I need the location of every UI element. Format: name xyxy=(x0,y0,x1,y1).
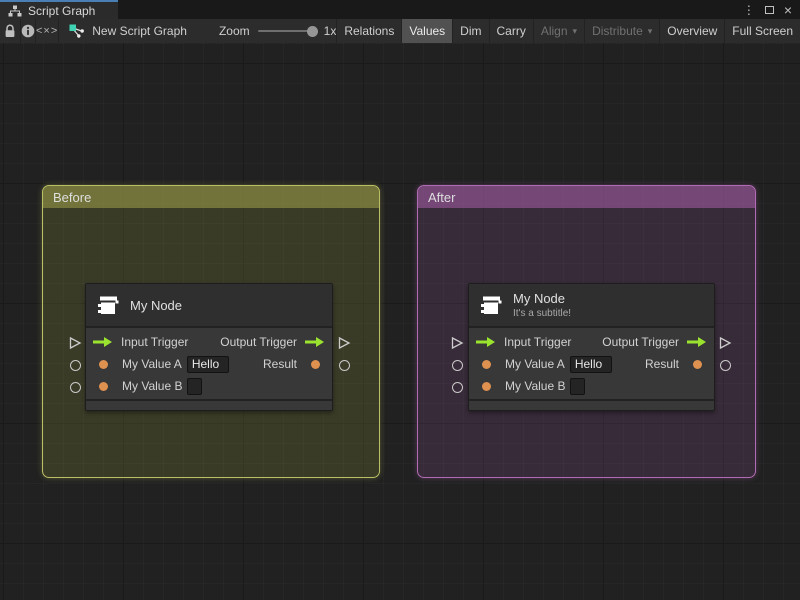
chevron-down-icon: ▾ xyxy=(572,25,578,36)
graph-breadcrumb[interactable]: New Script Graph xyxy=(59,19,197,43)
value-a-label: My Value A xyxy=(505,357,565,371)
zoom-value: 1x xyxy=(323,24,337,38)
group-before-header[interactable]: Before xyxy=(43,186,379,208)
input-trigger-label: Input Trigger xyxy=(504,335,572,349)
dim-button[interactable]: Dim xyxy=(452,19,488,43)
value-a-port-icon[interactable] xyxy=(482,359,491,369)
graph-hierarchy-icon xyxy=(8,5,22,16)
node-header[interactable]: My Node It's a subtitle! xyxy=(469,284,714,328)
value-b-label: My Value B xyxy=(122,379,183,393)
value-b-input[interactable] xyxy=(187,377,203,395)
port-row-value-a: My Value A Result xyxy=(469,353,714,375)
value-b-port-icon[interactable] xyxy=(99,381,108,391)
lock-button[interactable] xyxy=(0,19,21,43)
group-title: After xyxy=(428,189,456,205)
result-port-icon[interactable] xyxy=(693,359,702,369)
value-a-input[interactable] xyxy=(569,355,612,373)
distribute-dropdown[interactable]: Distribute ▾ xyxy=(584,19,659,43)
external-result-port-icon[interactable] xyxy=(720,360,731,371)
close-icon[interactable]: × xyxy=(784,3,792,17)
graph-toolbar: <×> New Script Graph Zoom 1x Relations V… xyxy=(0,19,800,43)
node-body: Input Trigger Output Trigger My Value A … xyxy=(86,328,332,399)
input-trigger-port-icon[interactable] xyxy=(93,336,113,348)
values-button[interactable]: Values xyxy=(401,19,453,43)
input-trigger-label: Input Trigger xyxy=(121,335,189,349)
output-trigger-port-icon[interactable] xyxy=(687,336,707,348)
node-header[interactable]: My Node xyxy=(86,284,332,328)
toolbar-right-buttons: Relations Values Dim Carry Align ▾ Distr… xyxy=(336,19,800,43)
value-b-label: My Value B xyxy=(505,379,566,393)
external-value-a-port-icon[interactable] xyxy=(452,360,463,371)
lock-icon xyxy=(5,24,15,37)
script-graph-icon xyxy=(69,24,85,38)
unit-node-icon xyxy=(98,296,119,314)
port-row-value-b: My Value B xyxy=(86,375,332,397)
external-input-trigger-port-icon[interactable] xyxy=(69,336,82,350)
tab-title: Script Graph xyxy=(28,3,96,18)
node-footer xyxy=(469,399,714,410)
preview-code-button[interactable]: <×> xyxy=(35,19,60,43)
zoom-control: Zoom 1x xyxy=(219,19,336,43)
align-dropdown[interactable]: Align ▾ xyxy=(532,19,584,43)
node-footer xyxy=(86,399,332,410)
external-value-b-port-icon[interactable] xyxy=(452,382,463,393)
graph-title: New Script Graph xyxy=(92,24,187,38)
graph-canvas[interactable]: Before After My Node Input Trigger Outpu… xyxy=(0,43,800,600)
value-a-label: My Value A xyxy=(122,357,182,371)
value-b-port-icon[interactable] xyxy=(482,381,491,391)
external-value-b-port-icon[interactable] xyxy=(70,382,81,393)
port-row-triggers: Input Trigger Output Trigger xyxy=(86,331,332,353)
window-controls: ⋮ × xyxy=(743,0,800,19)
group-after-header[interactable]: After xyxy=(418,186,755,208)
chevron-down-icon: ▾ xyxy=(647,25,653,36)
node-my-node-after[interactable]: My Node It's a subtitle! Input Trigger O… xyxy=(468,283,715,411)
external-output-trigger-port-icon[interactable] xyxy=(338,336,351,350)
window-menu-icon[interactable]: ⋮ xyxy=(743,3,755,17)
tab-bar: Script Graph ⋮ × xyxy=(0,0,800,19)
result-label: Result xyxy=(644,357,679,371)
port-row-value-a: My Value A Result xyxy=(86,353,332,375)
node-title: My Node xyxy=(513,291,566,306)
external-result-port-icon[interactable] xyxy=(339,360,350,371)
node-body: Input Trigger Output Trigger My Value A … xyxy=(469,328,714,399)
fullscreen-button[interactable]: Full Screen xyxy=(724,19,800,43)
zoom-slider-handle[interactable] xyxy=(306,25,318,37)
code-icon: <×> xyxy=(35,25,59,37)
info-icon xyxy=(21,24,35,38)
output-trigger-label: Output Trigger xyxy=(220,335,297,349)
node-my-node-before[interactable]: My Node Input Trigger Output Trigger My … xyxy=(85,283,333,411)
output-trigger-port-icon[interactable] xyxy=(305,336,325,348)
result-label: Result xyxy=(262,357,297,371)
info-button[interactable] xyxy=(21,19,36,43)
carry-button[interactable]: Carry xyxy=(488,19,533,43)
external-input-trigger-port-icon[interactable] xyxy=(451,336,464,350)
node-subtitle: It's a subtitle! xyxy=(513,308,572,319)
zoom-slider[interactable] xyxy=(257,25,318,37)
value-b-input[interactable] xyxy=(570,377,586,395)
group-title: Before xyxy=(53,189,92,205)
relations-button[interactable]: Relations xyxy=(336,19,401,43)
port-row-triggers: Input Trigger Output Trigger xyxy=(469,331,714,353)
value-a-port-icon[interactable] xyxy=(99,359,108,369)
maximize-icon[interactable] xyxy=(764,5,774,14)
overview-button[interactable]: Overview xyxy=(659,19,724,43)
external-output-trigger-port-icon[interactable] xyxy=(719,336,732,350)
value-a-input[interactable] xyxy=(186,355,229,373)
node-title: My Node xyxy=(130,297,183,313)
unit-node-icon xyxy=(481,296,502,314)
input-trigger-port-icon[interactable] xyxy=(476,336,496,348)
output-trigger-label: Output Trigger xyxy=(602,335,679,349)
port-row-value-b: My Value B xyxy=(469,375,714,397)
external-value-a-port-icon[interactable] xyxy=(70,360,81,371)
zoom-label: Zoom xyxy=(218,24,250,38)
result-port-icon[interactable] xyxy=(311,359,320,369)
script-graph-window: Script Graph ⋮ × <×> New Script Graph Zo… xyxy=(0,0,800,600)
tab-script-graph[interactable]: Script Graph xyxy=(0,0,118,19)
